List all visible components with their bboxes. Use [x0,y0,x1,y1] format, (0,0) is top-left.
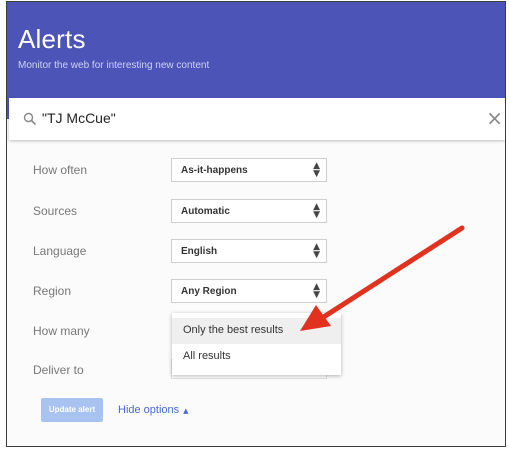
red-arrow-annotation [300,225,465,331]
